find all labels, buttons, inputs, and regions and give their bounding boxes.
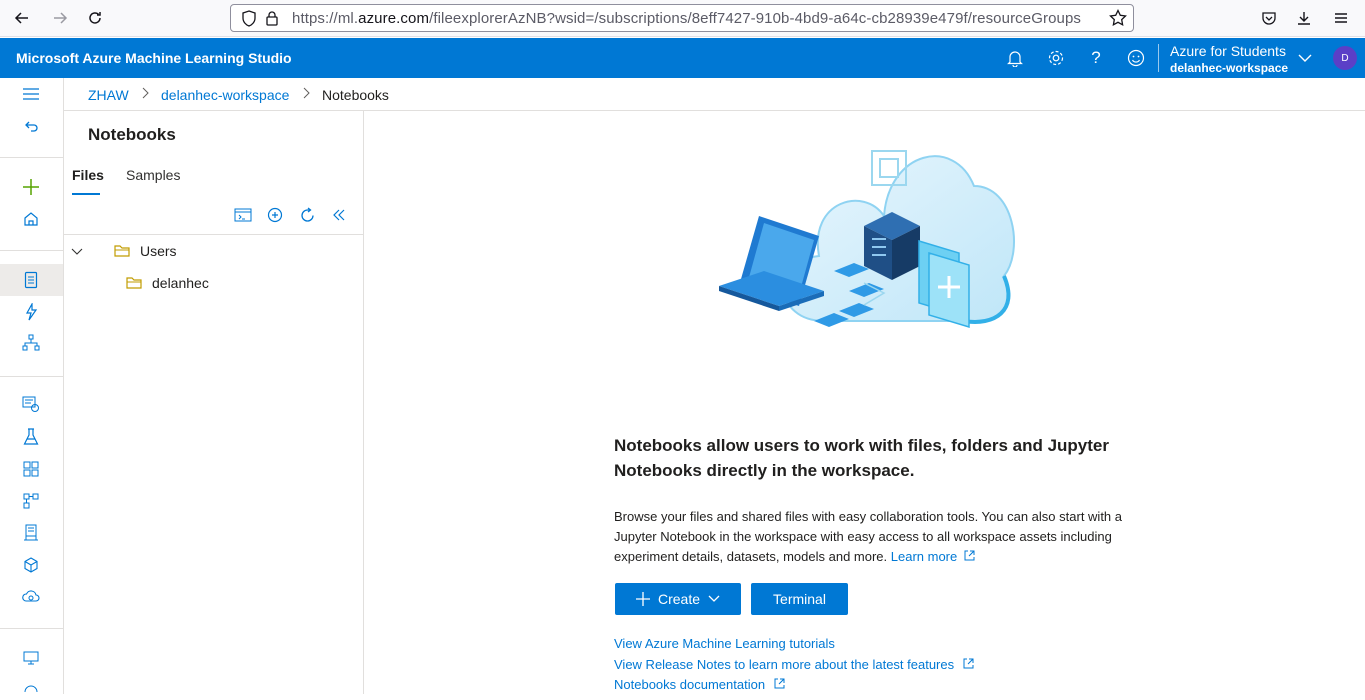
browser-toolbar: https://ml.azure.com/fileexplorerAzNB?ws…	[0, 0, 1365, 37]
experiments-flask-icon[interactable]	[20, 426, 42, 448]
tab-samples[interactable]: Samples	[126, 167, 180, 183]
back-arrow-icon[interactable]	[10, 7, 34, 29]
tab-files[interactable]: Files	[72, 167, 104, 183]
pipelines-icon[interactable]	[20, 458, 42, 480]
file-explorer-panel: Notebooks Files Samples Users delanhec	[64, 111, 364, 694]
settings-gear-icon[interactable]	[1046, 48, 1066, 68]
collapse-panel-icon[interactable]	[329, 205, 349, 225]
create-label: Create	[657, 591, 701, 607]
endpoints-icon[interactable]	[20, 522, 42, 544]
terminal-icon[interactable]	[233, 205, 253, 225]
chevron-down-icon[interactable]	[70, 245, 84, 261]
app-title[interactable]: Microsoft Azure Machine Learning Studio	[16, 50, 292, 66]
undo-back-icon[interactable]	[20, 115, 42, 137]
avatar[interactable]: D	[1333, 46, 1357, 70]
breadcrumb-current: Notebooks	[322, 87, 389, 103]
menu-hamburger-icon[interactable]	[1329, 7, 1353, 29]
release-notes-link[interactable]: View Release Notes to learn more about t…	[614, 657, 974, 672]
account-workspace[interactable]: delanhec-workspace	[1170, 61, 1288, 75]
datastores-cloud-icon[interactable]	[20, 586, 42, 608]
models-icon[interactable]	[20, 490, 42, 512]
learn-more-link[interactable]: Learn more	[891, 549, 975, 564]
tree-item-label: Users	[140, 243, 177, 259]
panel-title: Notebooks	[88, 125, 176, 144]
empty-state-heading: Notebooks allow users to work with files…	[614, 436, 1109, 480]
folder-icon	[114, 244, 132, 261]
breadcrumb-zhaw[interactable]: ZHAW	[88, 87, 129, 103]
notifications-bell-icon[interactable]	[1005, 48, 1025, 68]
chevron-right-icon	[301, 87, 311, 102]
refresh-icon[interactable]	[297, 205, 317, 225]
app-header: Microsoft Azure Machine Learning Studio …	[0, 38, 1365, 78]
active-tab-indicator	[72, 193, 100, 195]
chevron-down-icon	[708, 595, 720, 602]
help-icon[interactable]: ?	[1086, 48, 1106, 68]
new-plus-icon[interactable]	[20, 176, 42, 198]
cloud-notebook-illustration	[714, 131, 1019, 348]
lock-icon[interactable]	[265, 10, 279, 31]
breadcrumb: ZHAW delanhec-workspace Notebooks	[64, 78, 1365, 111]
notebooks-icon[interactable]	[20, 269, 42, 291]
address-bar[interactable]: https://ml.azure.com/fileexplorerAzNB?ws…	[230, 4, 1134, 32]
reload-icon[interactable]	[83, 7, 107, 29]
left-nav-rail	[0, 78, 64, 694]
home-icon[interactable]	[20, 208, 42, 230]
datasets-icon[interactable]	[20, 393, 42, 415]
plus-icon	[635, 592, 650, 606]
add-file-icon[interactable]	[265, 205, 285, 225]
feedback-smiley-icon[interactable]	[1126, 48, 1146, 68]
chevron-right-icon	[140, 87, 150, 102]
empty-state-description: Browse your files and shared files with …	[614, 507, 1134, 567]
description-text: Browse your files and shared files with …	[614, 509, 1122, 564]
tutorials-link[interactable]: View Azure Machine Learning tutorials	[614, 636, 835, 651]
external-link-icon	[774, 678, 785, 689]
folder-icon	[126, 276, 144, 293]
breadcrumb-workspace[interactable]: delanhec-workspace	[161, 87, 289, 103]
url-text[interactable]: https://ml.azure.com/fileexplorerAzNB?ws…	[292, 10, 1092, 28]
tree-item-label: delanhec	[152, 275, 209, 291]
terminal-button[interactable]: Terminal	[751, 583, 848, 615]
toolbar-divider	[64, 234, 363, 235]
create-button[interactable]: Create	[615, 583, 741, 615]
main-content: Notebooks allow users to work with files…	[364, 111, 1365, 694]
pocket-icon[interactable]	[1257, 7, 1281, 29]
shield-icon[interactable]	[241, 10, 257, 33]
forward-arrow-icon[interactable]	[48, 7, 72, 29]
linked-services-icon[interactable]	[20, 678, 42, 700]
account-directory[interactable]: Azure for Students	[1170, 43, 1286, 59]
external-link-icon	[963, 658, 974, 669]
environments-cube-icon[interactable]	[20, 554, 42, 576]
chevron-down-icon[interactable]	[1295, 48, 1315, 68]
automated-ml-icon[interactable]	[20, 301, 42, 323]
designer-icon[interactable]	[20, 332, 42, 354]
external-link-icon	[964, 550, 975, 561]
compute-monitor-icon[interactable]	[20, 647, 42, 669]
hamburger-icon[interactable]	[20, 83, 42, 105]
download-icon[interactable]	[1292, 7, 1316, 29]
notebooks-docs-link[interactable]: Notebooks documentation	[614, 677, 785, 692]
header-divider	[1158, 44, 1159, 72]
bookmark-star-icon[interactable]	[1109, 8, 1127, 32]
